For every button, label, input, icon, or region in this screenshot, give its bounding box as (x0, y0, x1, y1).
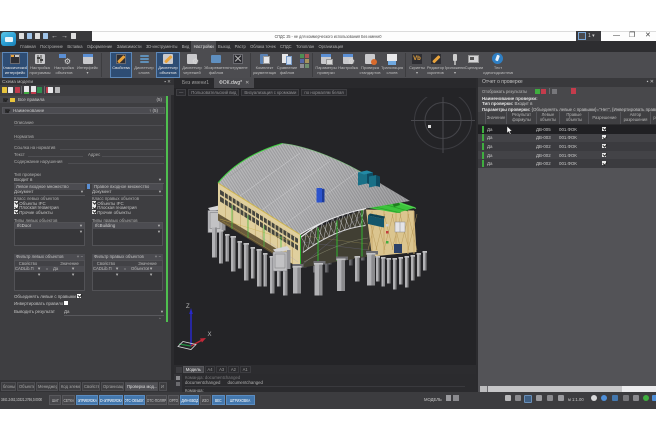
svg-text:Z: Z (186, 304, 190, 310)
svg-text:X: X (208, 332, 212, 338)
